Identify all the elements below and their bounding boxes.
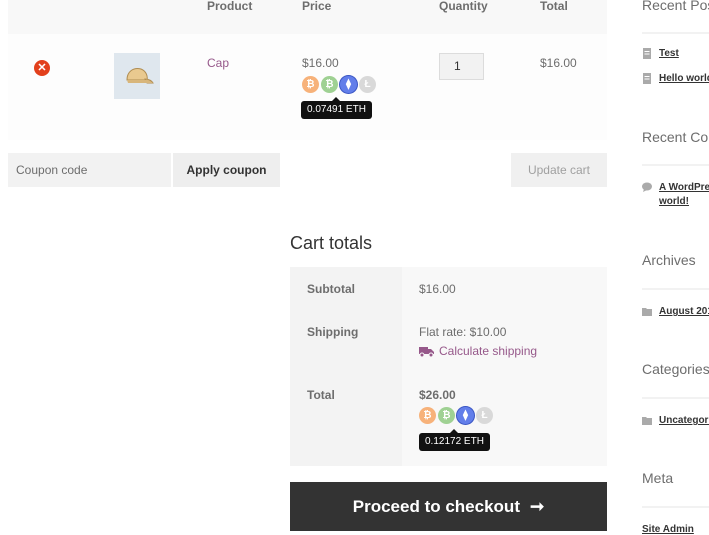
recent-comment-link[interactable]: A WordPres world! (659, 181, 709, 209)
cart-totals-heading: Cart totals (290, 233, 373, 253)
ethereum-icon[interactable]: ⧫ (340, 76, 357, 93)
cart-item-row: ✕ Cap $16.00 ₿ ₿ ⧫ Ł 0.07491 ETH 1 $16.0… (8, 34, 607, 140)
remove-item-icon[interactable]: ✕ (34, 60, 50, 76)
cap-image (126, 68, 154, 84)
meta-link[interactable]: Site Admin (642, 523, 694, 535)
apply-coupon-button[interactable]: Apply coupon (173, 153, 280, 187)
subtotal-label: Subtotal (307, 282, 355, 296)
calculate-shipping-label: Calculate shipping (439, 344, 538, 358)
quantity-input[interactable]: 1 (439, 53, 484, 80)
proceed-to-checkout-button[interactable]: Proceed to checkout ➞ (290, 482, 607, 531)
item-line-total: $16.00 (540, 56, 577, 70)
sidebar-divider (642, 288, 709, 290)
recent-post-item[interactable]: Hello world (642, 72, 709, 86)
cart-table-header: Product Price Quantity Total (8, 0, 607, 34)
total-column-header: Total (540, 0, 568, 13)
recent-comment-item[interactable]: A WordPres world! (642, 181, 709, 209)
archive-link[interactable]: August 201 (659, 305, 709, 319)
order-total-value: $26.00 (419, 388, 456, 402)
meta-item[interactable]: Site Admin (642, 523, 694, 535)
price-column-header: Price (302, 0, 332, 13)
checkout-label: Proceed to checkout (352, 496, 520, 516)
meta-heading: Meta (642, 470, 674, 486)
recent-post-link[interactable]: Hello world (659, 72, 709, 86)
item-crypto-selector: ₿ ₿ ⧫ Ł (302, 76, 376, 93)
recent-posts-heading: Recent Pos (642, 0, 709, 13)
ethereum-icon[interactable]: ⧫ (457, 407, 474, 424)
category-item[interactable]: Uncategori (642, 414, 709, 428)
litecoin-icon[interactable]: Ł (359, 76, 376, 93)
coupon-code-input[interactable] (8, 153, 171, 187)
shipping-label: Shipping (307, 325, 359, 339)
category-link[interactable]: Uncategori (659, 414, 709, 428)
truck-icon (419, 346, 434, 357)
calculate-shipping-link[interactable]: Calculate shipping (419, 344, 537, 358)
product-thumbnail[interactable] (114, 53, 160, 99)
archive-item[interactable]: August 201 (642, 305, 709, 319)
quantity-column-header: Quantity (439, 0, 488, 13)
recent-comments-heading: Recent Com (642, 129, 709, 145)
sidebar-divider (642, 397, 709, 399)
item-crypto-tooltip: 0.07491 ETH (301, 97, 372, 119)
bitcoin-cash-icon[interactable]: ₿ (438, 407, 455, 424)
sidebar-divider (642, 32, 709, 34)
product-column-header: Product (207, 0, 253, 13)
subtotal-value: $16.00 (419, 282, 456, 296)
shipping-rate: Flat rate: $10.00 (419, 325, 507, 339)
document-icon (643, 73, 651, 84)
recent-comment-line: A WordPres (659, 182, 709, 193)
bitcoin-cash-icon[interactable]: ₿ (321, 76, 338, 93)
folder-icon (642, 308, 652, 316)
sidebar-divider (642, 506, 709, 508)
product-name-link[interactable]: Cap (207, 56, 229, 70)
product-price: $16.00 (302, 56, 339, 70)
document-icon (643, 48, 651, 59)
total-label: Total (307, 388, 335, 402)
bitcoin-icon[interactable]: ₿ (302, 76, 319, 93)
recent-comment-line: world! (659, 196, 689, 207)
bitcoin-icon[interactable]: ₿ (419, 407, 436, 424)
comment-icon (642, 182, 652, 192)
total-crypto-tooltip: 0.12172 ETH (419, 429, 490, 451)
arrow-right-icon: ➞ (529, 496, 545, 516)
archives-heading: Archives (642, 252, 696, 268)
sidebar-divider (642, 164, 709, 166)
litecoin-icon[interactable]: Ł (476, 407, 493, 424)
update-cart-button[interactable]: Update cart (511, 153, 607, 187)
total-crypto-selector: ₿ ₿ ⧫ Ł (419, 407, 493, 424)
categories-heading: Categories (642, 361, 709, 377)
folder-icon (642, 417, 652, 425)
recent-post-item[interactable]: Test (642, 47, 679, 61)
cart-totals-table: Subtotal $16.00 Shipping Flat rate: $10.… (290, 267, 607, 466)
totals-label-column (290, 267, 402, 466)
recent-post-link[interactable]: Test (659, 47, 679, 61)
